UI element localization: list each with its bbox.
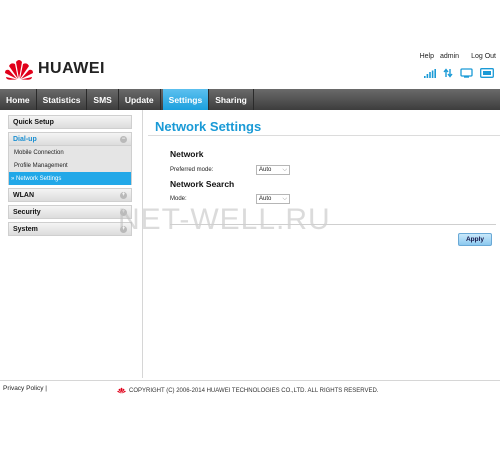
page-title: Network Settings bbox=[155, 119, 262, 134]
chevron-down-icon: ⌵ bbox=[282, 195, 287, 202]
preferred-mode-label: Preferred mode: bbox=[170, 167, 214, 173]
sidebar-item-label: Security bbox=[13, 208, 41, 216]
sidebar-item-wlan[interactable]: WLAN + bbox=[8, 188, 132, 202]
sms-envelope-icon bbox=[480, 68, 494, 78]
settings-sidebar: Quick Setup Dial-up − Mobile Connection … bbox=[8, 115, 132, 239]
nav-sharing[interactable]: Sharing bbox=[209, 89, 254, 110]
content-divider bbox=[170, 224, 496, 225]
huawei-petal-icon bbox=[5, 60, 33, 80]
nav-settings[interactable]: Settings bbox=[162, 89, 210, 110]
dialup-submenu: Mobile Connection Profile Management » N… bbox=[8, 146, 132, 185]
copyright-text: COPYRIGHT (C) 2006-2014 HUAWEI TECHNOLOG… bbox=[129, 387, 379, 394]
top-links: Help admin Log Out bbox=[420, 53, 496, 60]
apply-button[interactable]: Apply bbox=[458, 233, 492, 246]
sidebar-subitem-mobile-connection[interactable]: Mobile Connection bbox=[9, 146, 131, 159]
nav-sms[interactable]: SMS bbox=[87, 89, 119, 110]
sidebar-subitem-network-settings[interactable]: » Network Settings bbox=[9, 172, 131, 185]
sidebar-item-system[interactable]: System + bbox=[8, 222, 132, 236]
sidebar-item-dialup[interactable]: Dial-up − bbox=[8, 132, 132, 146]
title-divider bbox=[148, 135, 500, 136]
sidebar-item-label: WLAN bbox=[13, 191, 34, 199]
huawei-petal-icon bbox=[117, 387, 126, 394]
privacy-policy-link[interactable]: Privacy Policy | bbox=[3, 385, 47, 392]
mode-value: Auto bbox=[259, 196, 272, 202]
sidebar-divider bbox=[142, 110, 143, 378]
sidebar-item-quick-setup[interactable]: Quick Setup bbox=[8, 115, 132, 129]
brand-name: HUAWEI bbox=[38, 60, 105, 77]
mode-label: Mode: bbox=[170, 196, 187, 202]
huawei-logo: HUAWEI bbox=[4, 58, 105, 80]
sidebar-item-label: Dial-up bbox=[13, 135, 37, 143]
signal-strength-icon bbox=[424, 68, 436, 78]
watermark-text: NET-WELL.RU bbox=[118, 203, 331, 236]
network-search-heading: Network Search bbox=[170, 179, 235, 189]
preferred-mode-value: Auto bbox=[259, 167, 272, 173]
expand-icon: + bbox=[120, 191, 127, 199]
computer-connected-icon bbox=[460, 68, 473, 78]
copyright-notice: COPYRIGHT (C) 2006-2014 HUAWEI TECHNOLOG… bbox=[117, 387, 379, 394]
network-heading: Network bbox=[170, 149, 204, 159]
preferred-mode-select[interactable]: Auto ⌵ bbox=[256, 165, 290, 175]
user-name: admin bbox=[440, 53, 460, 60]
sidebar-item-label: System bbox=[13, 225, 38, 233]
footer-divider bbox=[0, 380, 500, 381]
collapse-icon: − bbox=[120, 135, 127, 143]
sidebar-item-label: Quick Setup bbox=[13, 118, 54, 126]
nav-statistics[interactable]: Statistics bbox=[37, 89, 88, 110]
data-transfer-icon bbox=[443, 68, 453, 78]
nav-update[interactable]: Update bbox=[119, 89, 161, 110]
main-navigation: Home Statistics SMS Update Settings Shar… bbox=[0, 89, 500, 110]
chevron-down-icon: ⌵ bbox=[282, 166, 287, 173]
sidebar-subitem-profile-management[interactable]: Profile Management bbox=[9, 159, 131, 172]
logout-link[interactable]: Log Out bbox=[471, 53, 496, 60]
status-icons bbox=[424, 68, 494, 78]
nav-home[interactable]: Home bbox=[0, 89, 37, 110]
sidebar-item-security[interactable]: Security + bbox=[8, 205, 132, 219]
help-link[interactable]: Help bbox=[420, 53, 434, 60]
